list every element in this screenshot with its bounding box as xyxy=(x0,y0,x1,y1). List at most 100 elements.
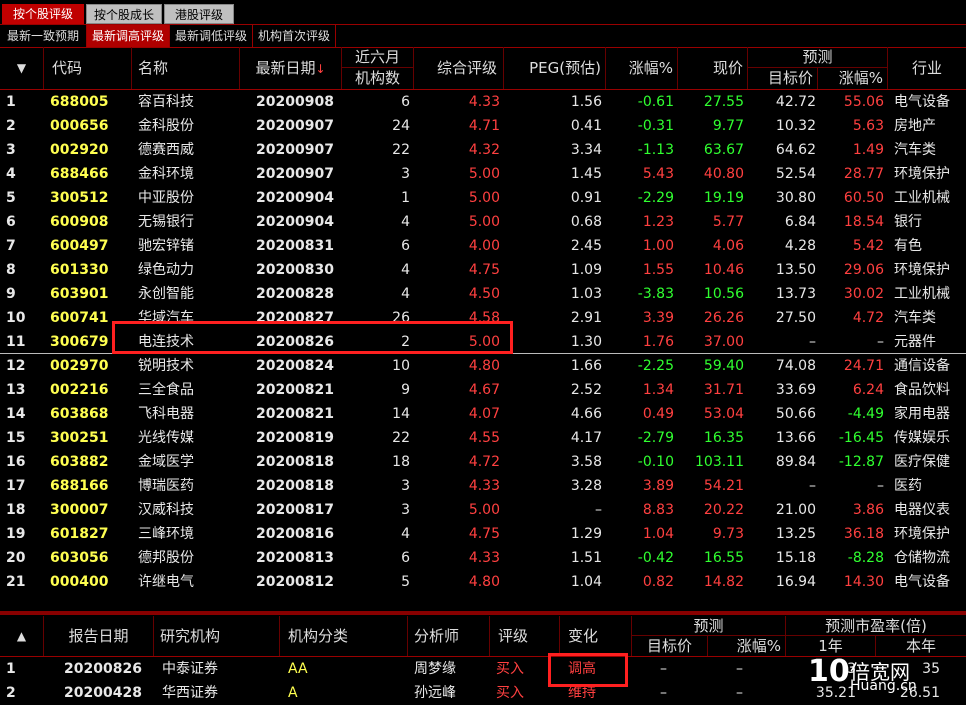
cell-inst: 10 xyxy=(392,358,410,374)
col-peg[interactable]: PEG(预估) xyxy=(504,47,606,89)
col-name[interactable]: 名称 xyxy=(132,47,240,89)
sort-dropdown-icon[interactable]: ▼ xyxy=(0,47,44,89)
dcell-rating: 买入 xyxy=(496,685,524,701)
cell-fchange: 28.77 xyxy=(843,166,884,182)
cell-target: 64.62 xyxy=(775,142,816,158)
dcol-analyst[interactable]: 分析师 xyxy=(408,616,490,656)
tab-stock-rating[interactable]: 按个股评级 xyxy=(2,4,84,24)
table-row[interactable]: 3 002920 德赛西威 20200907 22 4.32 3.34 -1.13 63.67 6… xyxy=(0,138,966,162)
col-fchange[interactable]: 涨幅% xyxy=(818,68,887,89)
col-inst-count[interactable]: 近六月 机构数 xyxy=(342,47,414,89)
col-date[interactable]: 最新日期↓ xyxy=(240,47,342,89)
cell-name: 无锡银行 xyxy=(138,214,194,230)
cell-change: 0.82 xyxy=(642,574,674,590)
cell-fchange: -12.87 xyxy=(838,454,884,470)
dcol-rating[interactable]: 评级 xyxy=(490,616,560,656)
dcell-index: 2 xyxy=(6,685,16,701)
table-row[interactable]: 21 000400 许继电气 20200812 5 4.80 1.04 0.82 14.82 16… xyxy=(0,570,966,594)
subtab-consensus[interactable]: 最新一致预期 xyxy=(0,25,87,47)
cell-name: 光线传媒 xyxy=(138,430,194,446)
col-code[interactable]: 代码 xyxy=(44,47,132,89)
table-row[interactable]: 13 002216 三全食品 20200821 9 4.67 2.52 1.34 31.71 33… xyxy=(0,378,966,402)
table-row[interactable]: 9 603901 永创智能 20200828 4 4.50 1.03 -3.83 10.56 13… xyxy=(0,282,966,306)
cell-industry: 工业机械 xyxy=(894,286,950,302)
table-row[interactable]: 17 688166 博瑞医药 20200818 3 4.33 3.28 3.89 54.21 – –… xyxy=(0,474,966,498)
subtab-upgrades[interactable]: 最新调高评级 xyxy=(87,25,170,47)
table-row[interactable]: 15 300251 光线传媒 20200819 22 4.55 4.17 -2.79 16.35… xyxy=(0,426,966,450)
col-target[interactable]: 目标价 xyxy=(748,68,818,89)
cell-price: 27.55 xyxy=(703,94,744,110)
cell-change: 5.43 xyxy=(642,166,674,182)
cell-industry: 房地产 xyxy=(894,118,936,134)
cell-inst: 24 xyxy=(392,118,410,134)
col-rating[interactable]: 综合评级 xyxy=(414,47,504,89)
cell-rating: 4.72 xyxy=(468,454,500,470)
cell-peg: 3.34 xyxy=(570,142,602,158)
table-row[interactable]: 20 603056 德邦股份 20200813 6 4.33 1.51 -0.42 16.55 1… xyxy=(0,546,966,570)
dcol-fchange[interactable]: 涨幅% xyxy=(708,636,785,656)
detail-header: ▲ 报告日期 研究机构 机构分类 分析师 评级 变化 预测 目标价 涨幅% 预测… xyxy=(0,616,966,657)
cell-target: 13.25 xyxy=(775,526,816,542)
cell-index: 15 xyxy=(6,430,26,446)
cell-name: 金科股份 xyxy=(138,118,194,134)
cell-name: 汉威科技 xyxy=(138,502,194,518)
dcol-pe-y1[interactable]: 1年 xyxy=(786,636,876,656)
dcell-analyst: 孙远峰 xyxy=(414,685,456,701)
dcol-change[interactable]: 变化 xyxy=(560,616,632,656)
table-row[interactable]: 14 603868 飞科电器 20200821 14 4.07 4.66 0.49 53.04 5… xyxy=(0,402,966,426)
tab-stock-growth[interactable]: 按个股成长 xyxy=(86,4,162,24)
cell-peg: 1.45 xyxy=(570,166,602,182)
table-row[interactable]: 2 000656 金科股份 20200907 24 4.71 0.41 -0.31 9.77 10… xyxy=(0,114,966,138)
tab-hk-rating[interactable]: 港股评级 xyxy=(164,4,234,24)
detail-sort-icon[interactable]: ▲ xyxy=(0,616,44,656)
cell-fchange: 55.06 xyxy=(843,94,884,110)
cell-code: 603882 xyxy=(50,454,109,470)
dcol-target[interactable]: 目标价 xyxy=(632,636,708,656)
cell-target: 13.73 xyxy=(775,286,816,302)
table-row[interactable]: 4 688466 金科环境 20200907 3 5.00 1.45 5.43 40.80 52.… xyxy=(0,162,966,186)
watermark-en: Huang.cn xyxy=(850,678,917,694)
col-date-label: 最新日期 xyxy=(255,59,316,77)
cell-rating: 4.80 xyxy=(468,574,500,590)
subtab-first-rating[interactable]: 机构首次评级 xyxy=(253,25,336,47)
cell-inst: 4 xyxy=(401,286,410,302)
cell-name: 金域医学 xyxy=(138,454,194,470)
cell-date: 20200904 xyxy=(256,214,334,230)
cell-target: 52.54 xyxy=(775,166,816,182)
cell-index: 17 xyxy=(6,478,26,494)
cell-change: -2.79 xyxy=(637,430,674,446)
dcell-org: 华西证券 xyxy=(162,685,218,701)
table-row[interactable]: 12 002970 锐明技术 20200824 10 4.80 1.66 -2.25 59.40… xyxy=(0,354,966,378)
cell-target: 13.66 xyxy=(775,430,816,446)
cell-index: 6 xyxy=(6,214,16,230)
col-change[interactable]: 涨幅% xyxy=(606,47,678,89)
dcol-org[interactable]: 研究机构 xyxy=(154,616,280,656)
dcol-pe-y2[interactable]: 本年 xyxy=(876,636,966,656)
table-row[interactable]: 16 603882 金域医学 20200818 18 4.72 3.58 -0.10 103.1… xyxy=(0,450,966,474)
cell-price: 54.21 xyxy=(703,478,744,494)
dcol-date[interactable]: 报告日期 xyxy=(44,616,154,656)
cell-inst: 3 xyxy=(401,478,410,494)
table-row[interactable]: 19 601827 三峰环境 20200816 4 4.75 1.29 1.04 9.73 13.… xyxy=(0,522,966,546)
col-price[interactable]: 现价 xyxy=(678,47,748,89)
cell-index: 10 xyxy=(6,310,26,326)
table-row[interactable]: 6 600908 无锡银行 20200904 4 5.00 0.68 1.23 5.77 6.84… xyxy=(0,210,966,234)
col-industry[interactable]: 行业 xyxy=(888,47,966,89)
cell-inst: 5 xyxy=(401,574,410,590)
panel-divider[interactable] xyxy=(0,611,966,615)
table-row[interactable]: 8 601330 绿色动力 20200830 4 4.75 1.09 1.55 10.46 13.… xyxy=(0,258,966,282)
table-row[interactable]: 18 300007 汉威科技 20200817 3 5.00 – 8.83 20.22 21.00… xyxy=(0,498,966,522)
table-row[interactable]: 7 600497 驰宏锌锗 20200831 6 4.00 2.45 1.00 4.06 4.28… xyxy=(0,234,966,258)
cell-price: 59.40 xyxy=(703,358,744,374)
dcol-org-type[interactable]: 机构分类 xyxy=(280,616,408,656)
subtab-downgrades[interactable]: 最新调低评级 xyxy=(170,25,253,47)
cell-date: 20200824 xyxy=(256,358,334,374)
table-row[interactable]: 1 688005 容百科技 20200908 6 4.33 1.56 -0.61 27.55 42… xyxy=(0,90,966,114)
cell-inst: 9 xyxy=(401,382,410,398)
cell-name: 锐明技术 xyxy=(138,358,194,374)
cell-peg: 1.56 xyxy=(570,94,602,110)
cell-price: 10.46 xyxy=(703,262,744,278)
table-row[interactable]: 5 300512 中亚股份 20200904 1 5.00 0.91 -2.29 19.19 30… xyxy=(0,186,966,210)
cell-industry: 环境保护 xyxy=(894,166,950,182)
cell-industry: 食品饮料 xyxy=(894,382,950,398)
